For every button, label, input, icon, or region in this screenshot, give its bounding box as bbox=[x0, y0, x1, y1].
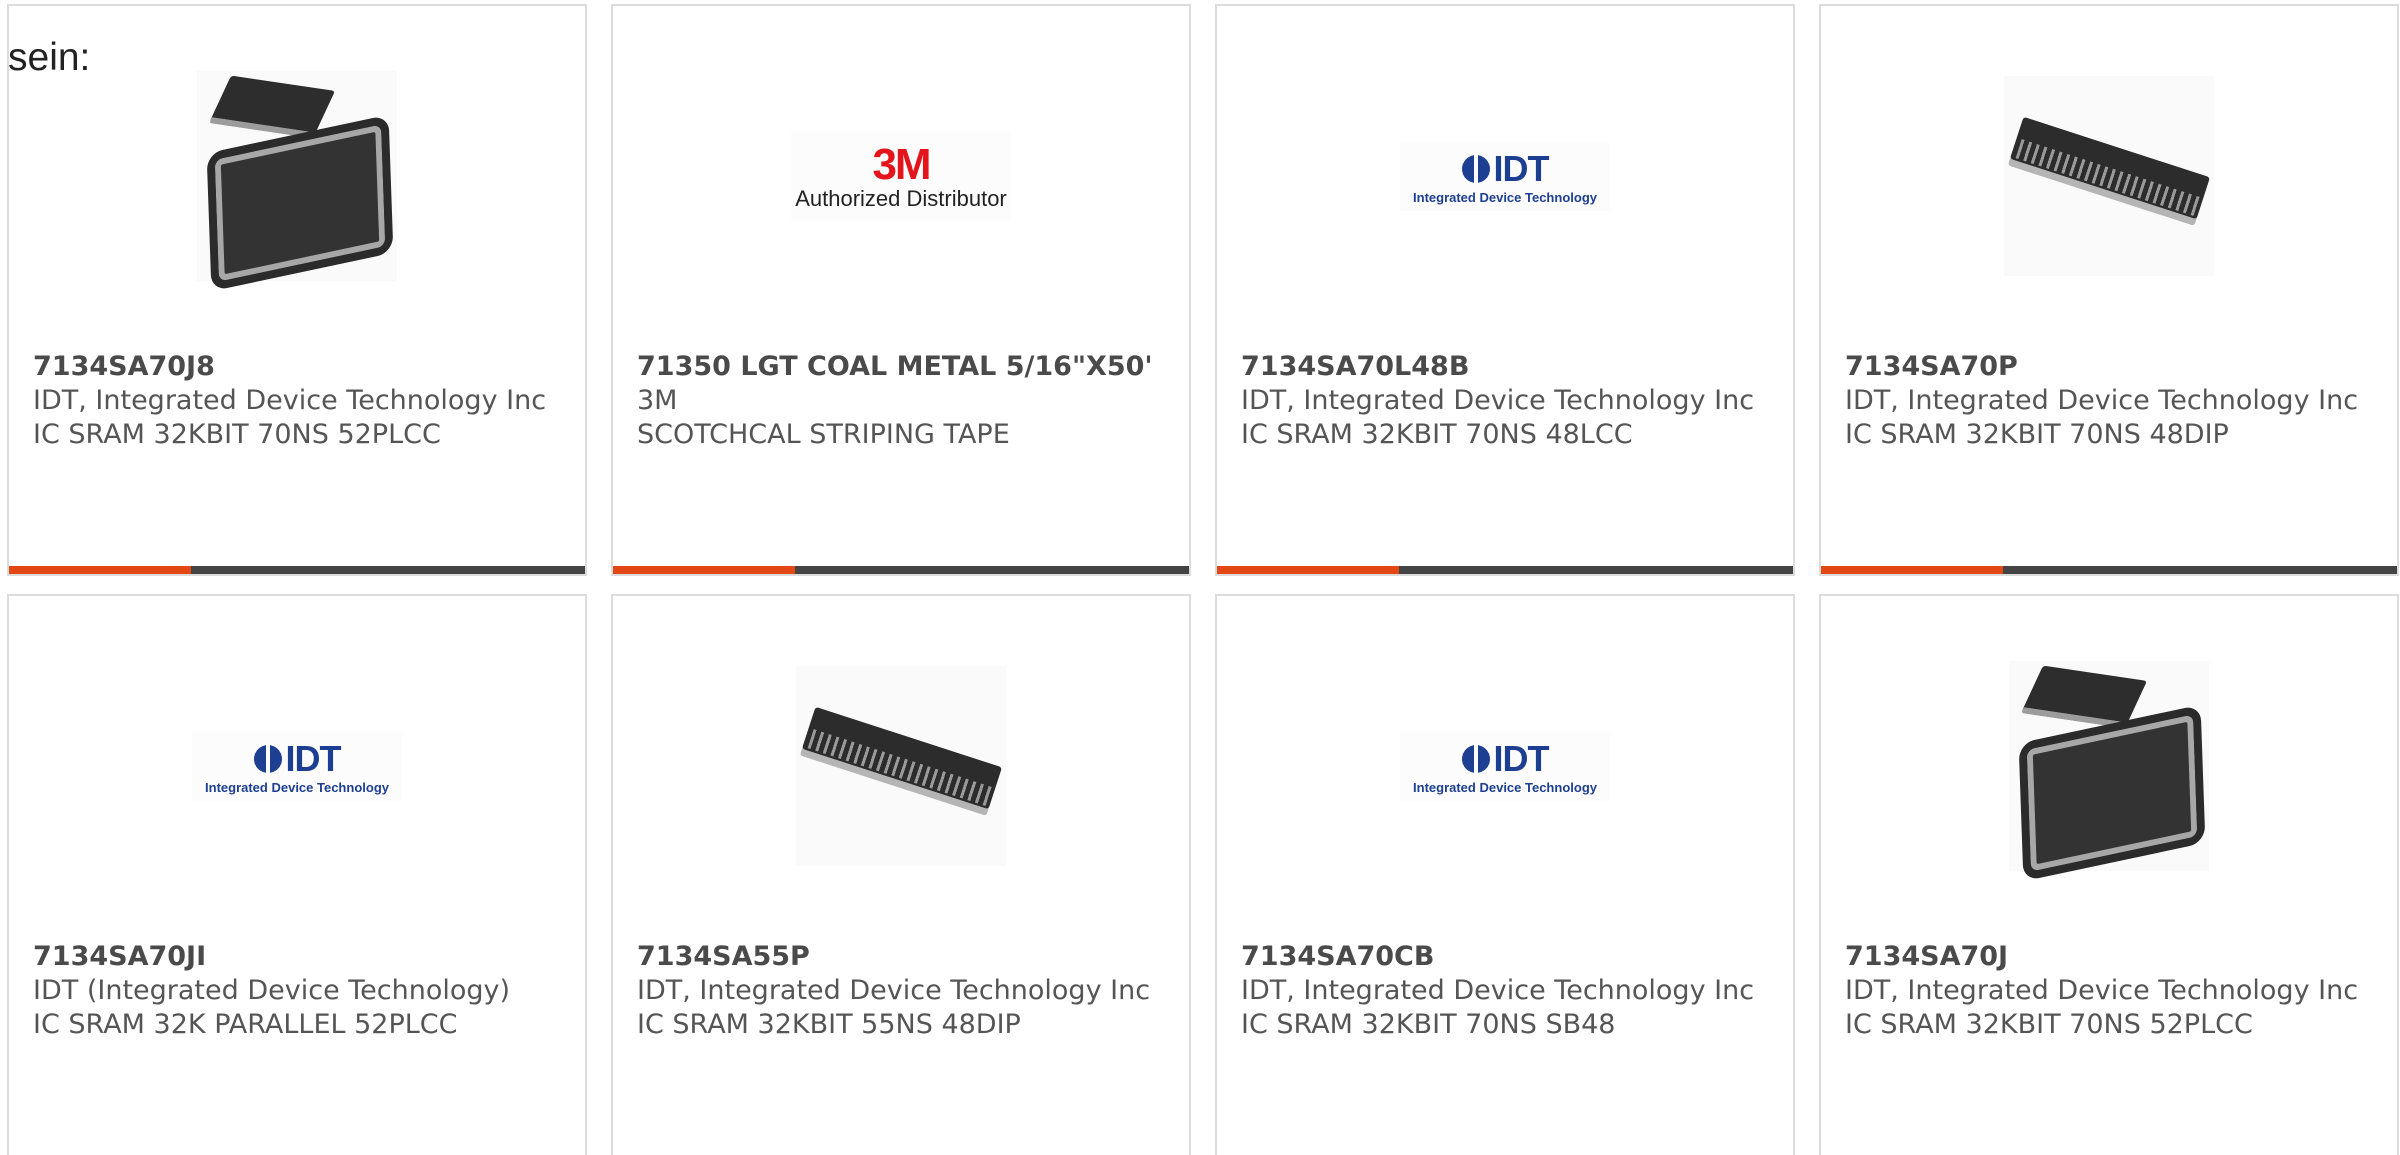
product-part-number[interactable]: 7134SA70JI bbox=[33, 940, 565, 974]
product-manufacturer: 3M bbox=[637, 385, 678, 416]
product-manufacturer: IDT, Integrated Device Technology Inc bbox=[1845, 385, 2359, 416]
product-image[interactable]: IDT Integrated Device Technology bbox=[1217, 656, 1793, 876]
product-grid: 7134SA70J8 IDT, Integrated Device Techno… bbox=[7, 4, 2399, 1155]
plcc-chip-image bbox=[2009, 661, 2209, 872]
card-bar bbox=[1217, 566, 1793, 574]
product-description: SCOTCHCAL STRIPING TAPE bbox=[637, 419, 1010, 450]
card-bar bbox=[1821, 566, 2397, 574]
product-part-number[interactable]: 7134SA70J bbox=[1845, 940, 2377, 974]
product-description: IC SRAM 32KBIT 55NS 48DIP bbox=[637, 1009, 1021, 1040]
product-card[interactable]: IDT Integrated Device Technology 7134SA7… bbox=[1215, 4, 1795, 576]
product-manufacturer: IDT, Integrated Device Technology Inc bbox=[1845, 975, 2359, 1006]
product-description: IC SRAM 32KBIT 70NS 48DIP bbox=[1845, 419, 2229, 450]
product-card[interactable]: 7134SA55P IDT, Integrated Device Technol… bbox=[611, 594, 1191, 1155]
product-image[interactable] bbox=[1821, 656, 2397, 876]
product-card[interactable]: 7134SA70J8 IDT, Integrated Device Techno… bbox=[7, 4, 587, 576]
product-part-number[interactable]: 7134SA70L48B bbox=[1241, 350, 1773, 384]
plcc-chip-image bbox=[197, 71, 397, 282]
product-card[interactable]: IDT Integrated Device Technology 7134SA7… bbox=[1215, 594, 1795, 1155]
product-image[interactable] bbox=[613, 656, 1189, 876]
product-manufacturer: IDT, Integrated Device Technology Inc bbox=[1241, 385, 1755, 416]
product-image[interactable]: IDT Integrated Device Technology bbox=[1217, 66, 1793, 286]
idt-logo: IDT Integrated Device Technology bbox=[1400, 141, 1610, 211]
product-manufacturer: IDT, Integrated Device Technology Inc bbox=[33, 385, 547, 416]
product-card[interactable]: IDT Integrated Device Technology 7134SA7… bbox=[7, 594, 587, 1155]
product-card[interactable]: 7134SA70J IDT, Integrated Device Technol… bbox=[1819, 594, 2399, 1155]
product-description: IC SRAM 32KBIT 70NS SB48 bbox=[1241, 1009, 1616, 1040]
product-manufacturer: IDT, Integrated Device Technology Inc bbox=[637, 975, 1151, 1006]
product-image[interactable] bbox=[1821, 66, 2397, 286]
product-card[interactable]: 3M Authorized Distributor 71350 LGT COAL… bbox=[611, 4, 1191, 576]
product-description: IC SRAM 32KBIT 70NS 48LCC bbox=[1241, 419, 1633, 450]
product-part-number[interactable]: 7134SA70P bbox=[1845, 350, 2377, 384]
idt-logo: IDT Integrated Device Technology bbox=[1400, 731, 1610, 801]
dip-chip-image bbox=[796, 666, 1006, 866]
card-bar bbox=[9, 566, 585, 574]
product-image[interactable] bbox=[9, 66, 585, 286]
product-card[interactable]: 7134SA70P IDT, Integrated Device Technol… bbox=[1819, 4, 2399, 576]
3m-logo: 3M Authorized Distributor bbox=[791, 132, 1011, 220]
product-description: IC SRAM 32KBIT 70NS 52PLCC bbox=[33, 419, 441, 450]
product-image[interactable]: IDT Integrated Device Technology bbox=[9, 656, 585, 876]
intro-text: sein: bbox=[8, 36, 91, 79]
product-description: IC SRAM 32K PARALLEL 52PLCC bbox=[33, 1009, 458, 1040]
card-bar bbox=[613, 566, 1189, 574]
product-part-number[interactable]: 7134SA70J8 bbox=[33, 350, 565, 384]
dip-chip-image bbox=[2004, 76, 2214, 276]
product-manufacturer: IDT, Integrated Device Technology Inc bbox=[1241, 975, 1755, 1006]
page: sein: 7134SA70J8 IDT, Integrated Device … bbox=[0, 0, 2400, 1155]
product-part-number[interactable]: 71350 LGT COAL METAL 5/16"X50' bbox=[637, 350, 1169, 384]
product-part-number[interactable]: 7134SA55P bbox=[637, 940, 1169, 974]
product-part-number[interactable]: 7134SA70CB bbox=[1241, 940, 1773, 974]
product-description: IC SRAM 32KBIT 70NS 52PLCC bbox=[1845, 1009, 2253, 1040]
idt-logo: IDT Integrated Device Technology bbox=[192, 731, 402, 801]
product-image[interactable]: 3M Authorized Distributor bbox=[613, 66, 1189, 286]
product-manufacturer: IDT (Integrated Device Technology) bbox=[33, 975, 511, 1006]
